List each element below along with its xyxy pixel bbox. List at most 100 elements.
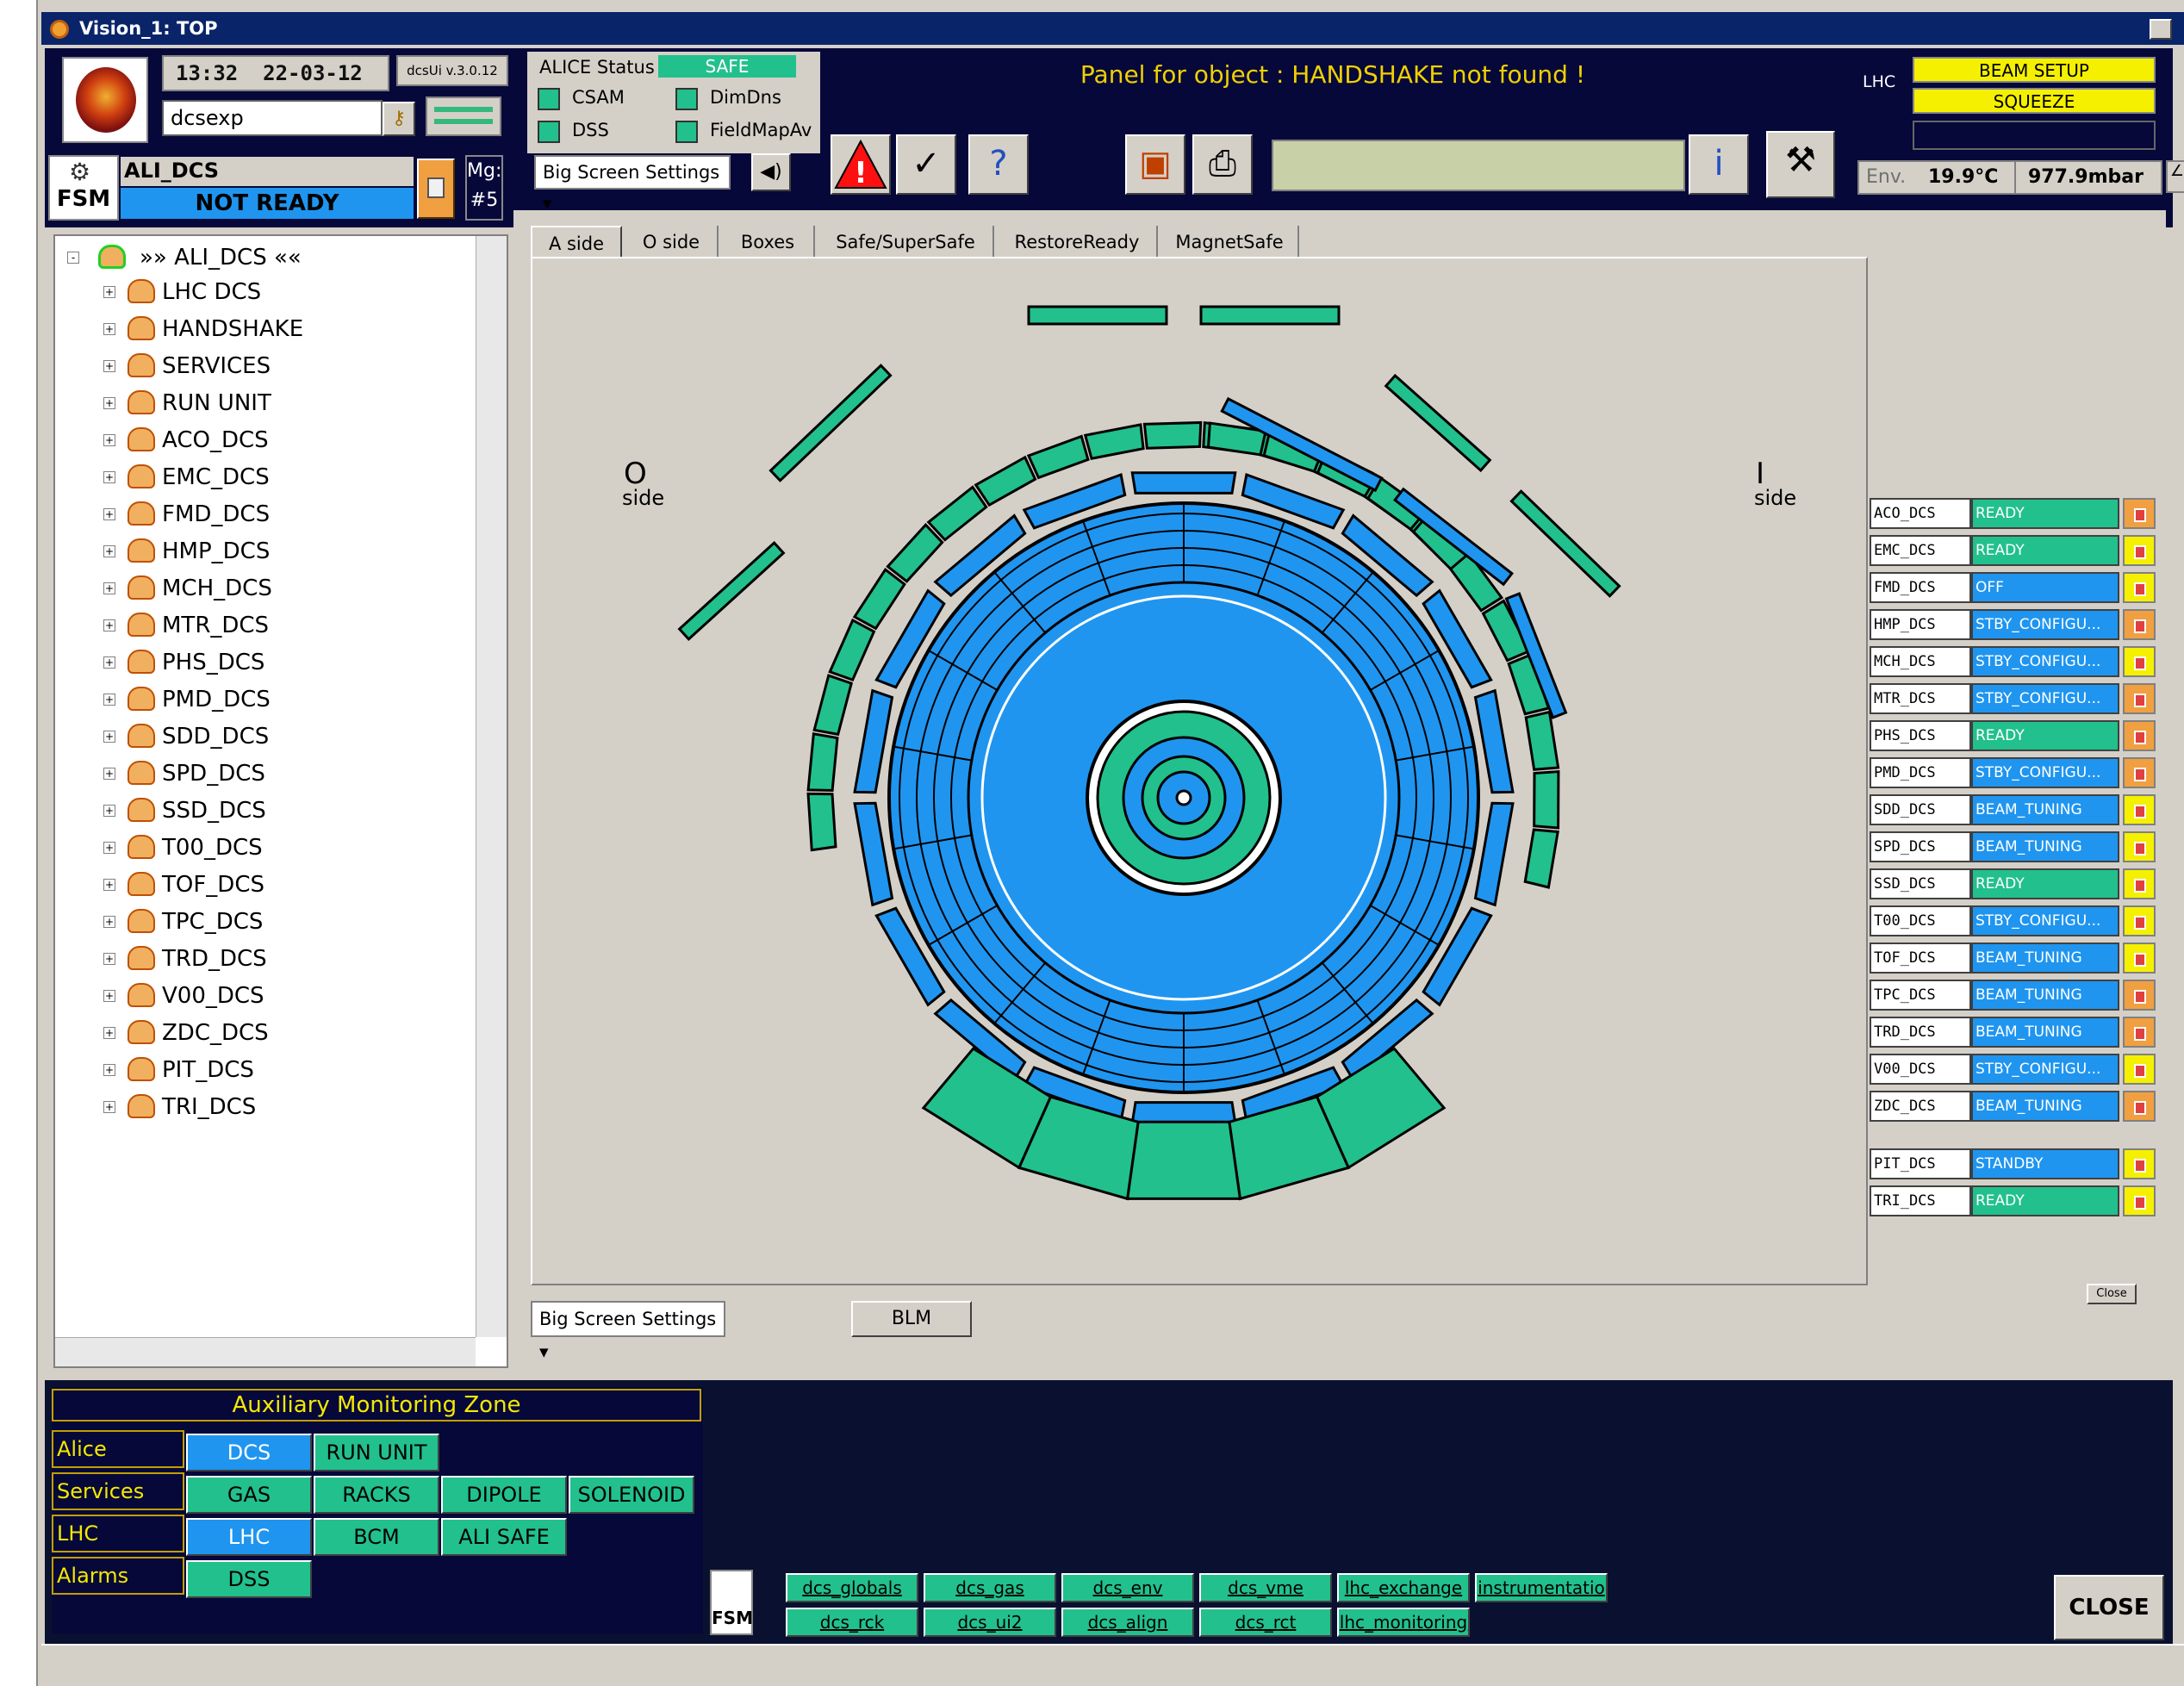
detector-name[interactable]: MTR_DCS bbox=[1870, 683, 1971, 714]
lock-icon[interactable] bbox=[2123, 868, 2156, 899]
beam-mode[interactable]: BEAM SETUP bbox=[1913, 57, 2156, 83]
lock-icon[interactable] bbox=[2123, 831, 2156, 862]
detector-state[interactable]: READY bbox=[1971, 868, 2119, 899]
detector-name[interactable]: TRI_DCS bbox=[1870, 1185, 1971, 1216]
expand-icon[interactable]: + bbox=[103, 323, 115, 335]
detector-name[interactable]: FMD_DCS bbox=[1870, 572, 1971, 603]
quick-button[interactable]: lhc_monitoring bbox=[1337, 1608, 1470, 1637]
detector-state[interactable]: STBY_CONFIGU... bbox=[1971, 757, 2119, 788]
detector-state[interactable]: BEAM_TUNING bbox=[1971, 831, 2119, 862]
node-state[interactable]: NOT READY bbox=[121, 188, 414, 219]
quick-button[interactable]: dcs_globals bbox=[786, 1573, 918, 1602]
aux-button-ali-safe[interactable]: ALI SAFE bbox=[441, 1518, 567, 1556]
detector-name[interactable]: TRD_DCS bbox=[1870, 1017, 1971, 1048]
lock-icon[interactable] bbox=[2123, 1054, 2156, 1085]
detector-name[interactable]: HMP_DCS bbox=[1870, 609, 1971, 640]
quick-button[interactable]: dcs_rck bbox=[786, 1608, 918, 1637]
expand-icon[interactable]: + bbox=[103, 656, 115, 669]
expand-icon[interactable]: + bbox=[103, 582, 115, 594]
detector-name[interactable]: SSD_DCS bbox=[1870, 868, 1971, 899]
tab-boxes[interactable]: Boxes bbox=[722, 226, 815, 258]
aux-button-run-unit[interactable]: RUN UNIT bbox=[314, 1434, 439, 1471]
tab-o-side[interactable]: O side bbox=[625, 226, 719, 258]
detector-state[interactable]: STBY_CONFIGU... bbox=[1971, 1054, 2119, 1085]
aux-button-solenoid[interactable]: SOLENOID bbox=[569, 1476, 694, 1514]
expand-icon[interactable]: + bbox=[103, 508, 115, 520]
quick-button[interactable]: dcs_vme bbox=[1199, 1573, 1332, 1602]
quick-button[interactable]: dcs_align bbox=[1061, 1608, 1194, 1637]
lock-icon[interactable] bbox=[2123, 905, 2156, 936]
expand-icon[interactable]: + bbox=[103, 434, 115, 446]
blm-button[interactable]: BLM bbox=[851, 1301, 972, 1337]
aux-button-dcs[interactable]: DCS bbox=[186, 1434, 312, 1471]
minimize-button[interactable] bbox=[2150, 19, 2172, 40]
lock-icon[interactable] bbox=[2123, 535, 2156, 566]
tab-a-side[interactable]: A side bbox=[531, 226, 622, 258]
lock-icon[interactable] bbox=[2123, 1185, 2156, 1216]
expand-icon[interactable]: + bbox=[103, 471, 115, 483]
detector-state[interactable]: BEAM_TUNING bbox=[1971, 943, 2119, 974]
expand-icon[interactable]: + bbox=[103, 286, 115, 298]
quick-button[interactable]: dcs_rct bbox=[1199, 1608, 1332, 1637]
expand-icon[interactable]: + bbox=[103, 1101, 115, 1113]
expand-icon[interactable]: + bbox=[103, 768, 115, 780]
lock-icon[interactable] bbox=[2123, 1017, 2156, 1048]
lock-icon[interactable] bbox=[2123, 720, 2156, 751]
detector-state[interactable]: READY bbox=[1971, 720, 2119, 751]
expand-icon[interactable]: + bbox=[103, 990, 115, 1002]
tree-vertical-scrollbar[interactable] bbox=[476, 236, 507, 1337]
close-button[interactable]: CLOSE bbox=[2054, 1575, 2164, 1640]
machine-mode[interactable]: SQUEEZE bbox=[1913, 88, 2156, 114]
expand-icon[interactable]: + bbox=[103, 805, 115, 817]
detector-name[interactable]: V00_DCS bbox=[1870, 1054, 1971, 1085]
detector-state[interactable]: STBY_CONFIGU... bbox=[1971, 646, 2119, 677]
big-screen-settings-select-bottom[interactable]: Big Screen Settings ▾ bbox=[531, 1301, 725, 1362]
detector-name[interactable]: PMD_DCS bbox=[1870, 757, 1971, 788]
detector-state[interactable]: STBY_CONFIGU... bbox=[1971, 905, 2119, 936]
quick-button[interactable]: lhc_exchange bbox=[1337, 1573, 1470, 1602]
quick-button[interactable]: dcs_gas bbox=[924, 1573, 1056, 1602]
alice-status-value[interactable]: SAFE bbox=[658, 55, 796, 78]
detector-name[interactable]: PIT_DCS bbox=[1870, 1148, 1971, 1179]
detector-state[interactable]: STANDBY bbox=[1971, 1148, 2119, 1179]
fsm-button[interactable]: ⚙ FSM bbox=[48, 155, 119, 221]
expand-icon[interactable]: + bbox=[103, 397, 115, 409]
close-small-button[interactable]: Close bbox=[2087, 1284, 2137, 1304]
tab-safe-supersafe[interactable]: Safe/SuperSafe bbox=[818, 226, 994, 258]
info-icon[interactable]: i bbox=[1689, 134, 1749, 195]
expand-icon[interactable]: + bbox=[103, 953, 115, 965]
expand-icon[interactable]: + bbox=[103, 879, 115, 891]
lock-icon[interactable] bbox=[2123, 794, 2156, 825]
lock-icon[interactable] bbox=[2123, 609, 2156, 640]
tab-magnetsafe[interactable]: MagnetSafe bbox=[1161, 226, 1299, 258]
lock-icon[interactable] bbox=[417, 159, 455, 219]
big-screen-settings-select[interactable]: Big Screen Settings ▾ bbox=[534, 155, 731, 214]
expand-icon[interactable]: + bbox=[103, 619, 115, 631]
tab-restoreready[interactable]: RestoreReady bbox=[998, 226, 1158, 258]
expand-icon[interactable]: + bbox=[103, 916, 115, 928]
detector-name[interactable]: ZDC_DCS bbox=[1870, 1091, 1971, 1122]
aux-button-racks[interactable]: RACKS bbox=[314, 1476, 439, 1514]
detector-name[interactable]: T00_DCS bbox=[1870, 905, 1971, 936]
trend-icon[interactable]: ∠ bbox=[2166, 160, 2184, 193]
detector-name[interactable]: EMC_DCS bbox=[1870, 535, 1971, 566]
key-icon[interactable]: ⚷ bbox=[383, 102, 415, 136]
alarm-warning-icon[interactable]: ! bbox=[831, 134, 891, 195]
expand-icon[interactable]: + bbox=[103, 1064, 115, 1076]
aux-button-lhc[interactable]: LHC bbox=[186, 1518, 312, 1556]
detector-name[interactable]: TPC_DCS bbox=[1870, 980, 1971, 1011]
fsm-small-button[interactable]: FSM bbox=[710, 1570, 753, 1635]
save-icon[interactable]: ▣ bbox=[1125, 134, 1185, 195]
detector-name[interactable]: SDD_DCS bbox=[1870, 794, 1971, 825]
detector-state[interactable]: READY bbox=[1971, 1185, 2119, 1216]
lock-icon[interactable] bbox=[2123, 572, 2156, 603]
detector-state[interactable]: BEAM_TUNING bbox=[1971, 1017, 2119, 1048]
detector-name[interactable]: ACO_DCS bbox=[1870, 498, 1971, 529]
detector-state[interactable]: READY bbox=[1971, 535, 2119, 566]
detector-name[interactable]: PHS_DCS bbox=[1870, 720, 1971, 751]
quick-button[interactable]: dcs_env bbox=[1061, 1573, 1194, 1602]
lock-icon[interactable] bbox=[2123, 1091, 2156, 1122]
tree-horizontal-scrollbar[interactable] bbox=[55, 1337, 476, 1366]
detector-name[interactable]: MCH_DCS bbox=[1870, 646, 1971, 677]
lock-icon[interactable] bbox=[2123, 683, 2156, 714]
